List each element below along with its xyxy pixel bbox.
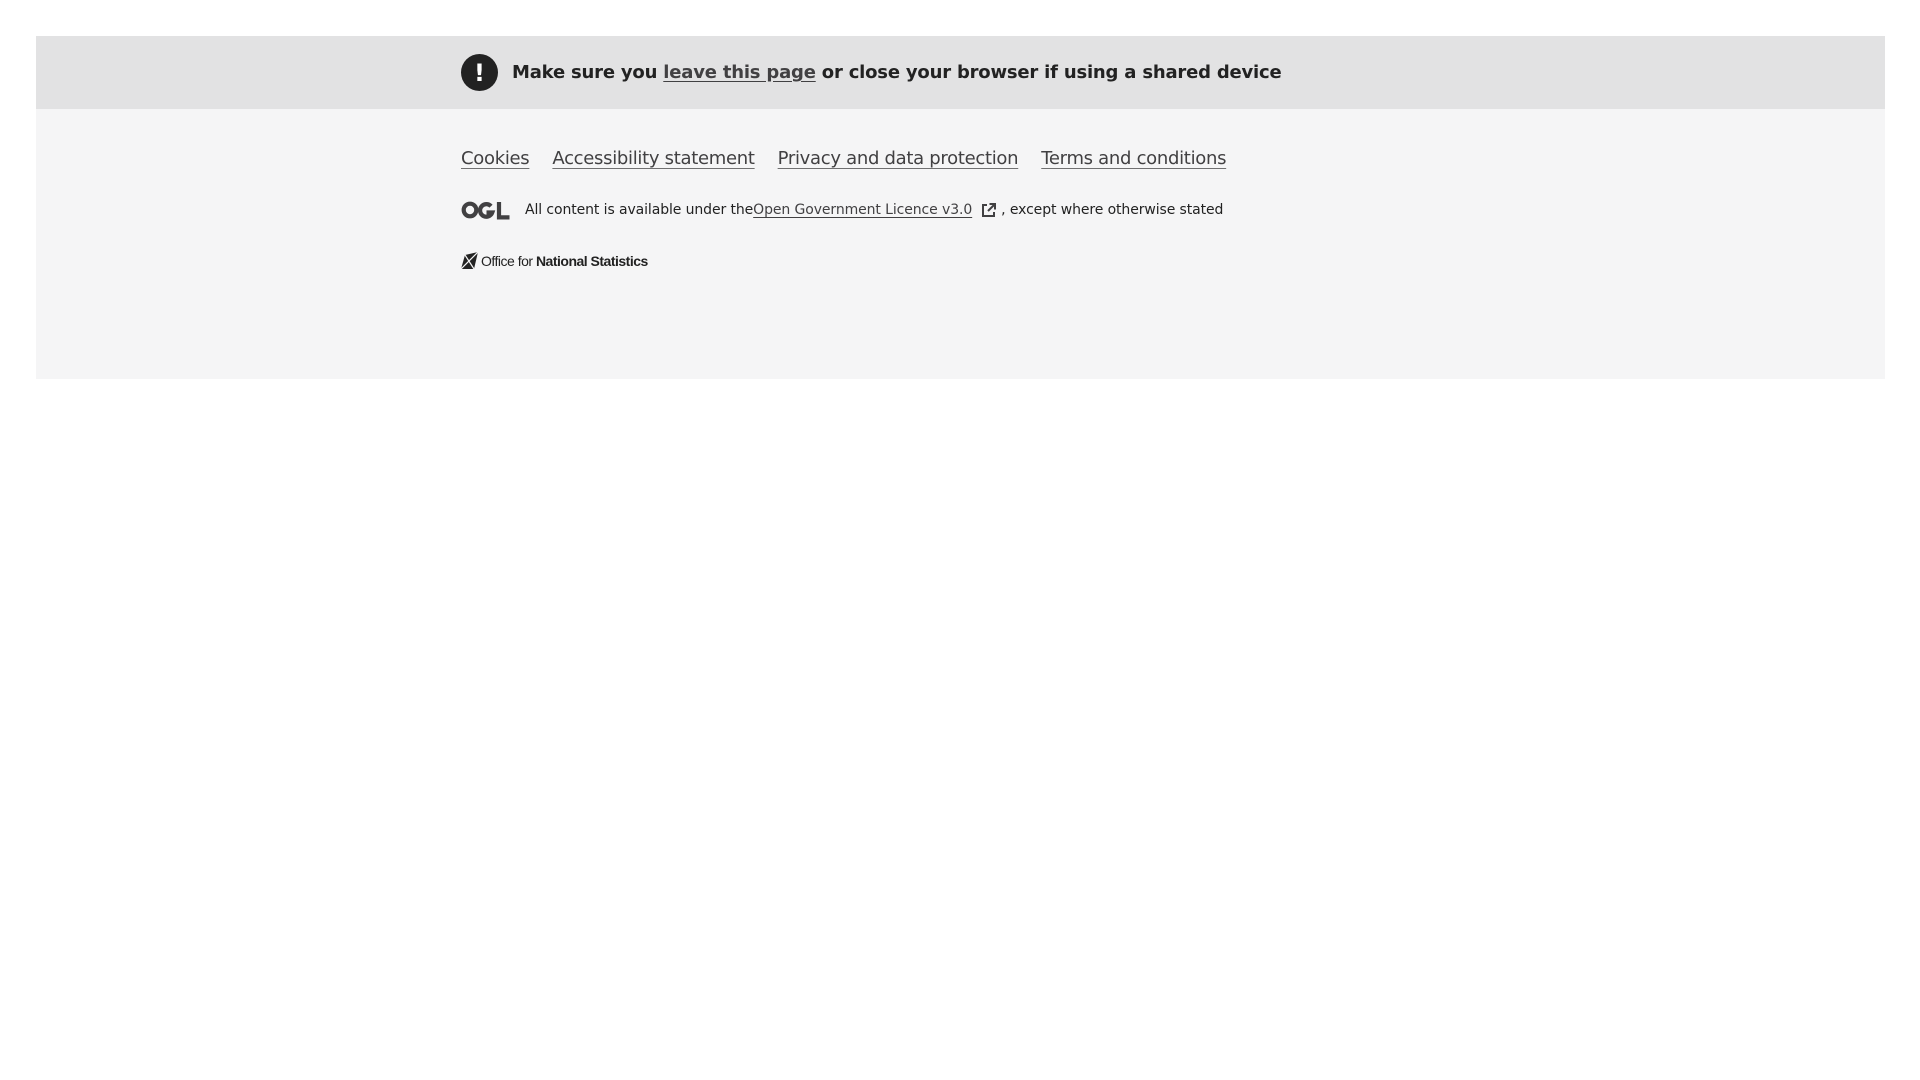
exclamation-icon: !: [461, 54, 498, 91]
terms-link[interactable]: Terms and conditions: [1041, 148, 1226, 169]
page-footer: ! Make sure you leave this page or close…: [36, 36, 1885, 379]
cookies-link[interactable]: Cookies: [461, 148, 530, 169]
ons-wordmark: Office for National Statistics: [481, 253, 648, 269]
licence-text-after: , except where otherwise stated: [1001, 202, 1224, 218]
licence-statement: All content is available under the Open …: [461, 200, 1223, 220]
warning-text-after: or close your browser if using a shared …: [815, 62, 1282, 83]
open-government-licence-link[interactable]: Open Government Licence v3.0: [753, 202, 972, 218]
warning-content: ! Make sure you leave this page or close…: [461, 54, 1282, 91]
ons-name-bold: National Statistics: [535, 252, 648, 269]
privacy-link[interactable]: Privacy and data protection: [778, 148, 1019, 169]
leave-this-page-link[interactable]: leave this page: [663, 62, 816, 83]
accessibility-statement-link[interactable]: Accessibility statement: [552, 148, 755, 169]
shared-device-warning: ! Make sure you leave this page or close…: [36, 36, 1885, 109]
ons-logo: Office for National Statistics: [461, 252, 648, 269]
footer-links: Cookies Accessibility statement Privacy …: [461, 148, 1226, 169]
ogl-logo: [461, 200, 511, 220]
ons-mark-icon: [461, 252, 478, 269]
warning-message: Make sure you leave this page or close y…: [512, 62, 1282, 83]
warning-text-before: Make sure you: [512, 62, 664, 83]
ons-name-regular: Office for: [481, 252, 536, 269]
licence-text-before: All content is available under the: [525, 202, 754, 218]
external-link-icon: [980, 202, 997, 219]
